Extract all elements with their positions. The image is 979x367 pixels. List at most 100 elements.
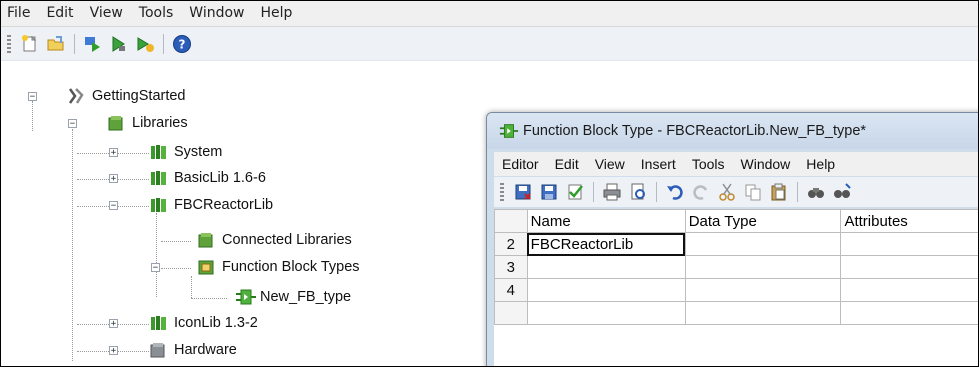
svg-text:?: ? bbox=[179, 37, 186, 51]
table-row: 3 bbox=[494, 255, 978, 279]
save-icon[interactable] bbox=[538, 181, 560, 203]
collapse-toggle[interactable]: − bbox=[151, 263, 160, 273]
toolbar-separator bbox=[74, 33, 75, 54]
collapse-toggle[interactable]: − bbox=[28, 92, 37, 102]
tree-line bbox=[161, 241, 191, 242]
row-number[interactable]: 2 bbox=[494, 232, 528, 256]
menu-tools[interactable]: Tools bbox=[684, 156, 733, 172]
column-header-name[interactable]: Name bbox=[526, 209, 686, 233]
parameter-table: Name Data Type Attributes 2 FBCReactorLi… bbox=[494, 209, 978, 325]
tree-item-fbcreactorlib[interactable]: FBCReactorLib bbox=[149, 195, 273, 215]
expand-toggle[interactable]: + bbox=[109, 174, 118, 184]
tree-line bbox=[191, 298, 227, 299]
go-offline-icon[interactable] bbox=[134, 33, 156, 55]
download-icon[interactable] bbox=[82, 33, 104, 55]
data-type-cell[interactable] bbox=[684, 301, 842, 325]
tree-line bbox=[32, 101, 33, 131]
function-block-icon bbox=[235, 288, 256, 306]
data-type-cell[interactable] bbox=[684, 255, 842, 279]
menu-file[interactable]: File bbox=[1, 1, 36, 26]
editor-menu-bar: Editor Edit View Insert Tools Window Hel… bbox=[494, 152, 978, 176]
library-icon bbox=[149, 143, 167, 161]
menu-view[interactable]: View bbox=[587, 156, 633, 172]
table-row: 4 bbox=[494, 278, 978, 302]
redo-icon[interactable] bbox=[690, 181, 712, 203]
print-preview-icon[interactable] bbox=[627, 181, 649, 203]
data-type-cell[interactable] bbox=[684, 278, 842, 302]
attributes-cell[interactable] bbox=[840, 278, 978, 302]
toolbar-separator bbox=[163, 33, 164, 54]
window-titlebar[interactable]: Function Block Type - FBCReactorLib.New_… bbox=[487, 113, 978, 149]
menu-help[interactable]: Help bbox=[255, 1, 299, 26]
find-replace-icon[interactable] bbox=[831, 181, 853, 203]
toolbar-grip[interactable] bbox=[7, 34, 11, 53]
column-header-data-type[interactable]: Data Type bbox=[684, 209, 842, 233]
menu-insert[interactable]: Insert bbox=[633, 156, 684, 172]
toolbar-grip[interactable] bbox=[500, 183, 504, 201]
attributes-cell[interactable] bbox=[840, 255, 978, 279]
name-cell[interactable] bbox=[526, 278, 686, 302]
collapse-toggle[interactable]: − bbox=[68, 119, 77, 129]
menu-window[interactable]: Window bbox=[733, 156, 799, 172]
tree-item-label: BasicLib 1.6-6 bbox=[174, 170, 266, 186]
open-icon[interactable] bbox=[45, 33, 67, 55]
expand-toggle[interactable]: + bbox=[109, 148, 118, 158]
tree-item-system[interactable]: System bbox=[149, 142, 222, 162]
tree-item-new-fb-type[interactable]: New_FB_type bbox=[235, 287, 351, 307]
table-row bbox=[494, 301, 978, 325]
project-icon bbox=[67, 87, 85, 105]
toolbar-separator bbox=[656, 182, 657, 202]
tree-item-iconlib[interactable]: IconLib 1.3-2 bbox=[149, 313, 258, 333]
main-window: File Edit View Tools Window Help ? − − +… bbox=[0, 0, 979, 367]
table-header-row: Name Data Type Attributes bbox=[494, 209, 978, 233]
name-cell[interactable] bbox=[526, 301, 686, 325]
menu-window[interactable]: Window bbox=[183, 1, 250, 26]
tree-item-hardware[interactable]: Hardware bbox=[149, 340, 237, 360]
name-cell[interactable] bbox=[526, 255, 686, 279]
menu-tools[interactable]: Tools bbox=[133, 1, 180, 26]
menu-edit[interactable]: Edit bbox=[547, 156, 587, 172]
save-close-icon[interactable] bbox=[512, 181, 534, 203]
tree-item-label: Hardware bbox=[174, 342, 237, 358]
tree-line bbox=[156, 213, 157, 297]
tree-item-basiclib[interactable]: BasicLib 1.6-6 bbox=[149, 168, 266, 188]
library-icon bbox=[149, 169, 167, 187]
tree-item-libraries[interactable]: Libraries bbox=[107, 113, 188, 133]
tree-item-gettingstarted[interactable]: GettingStarted bbox=[67, 86, 186, 106]
function-block-folder-icon bbox=[197, 258, 215, 276]
column-header-attributes[interactable]: Attributes bbox=[840, 209, 978, 233]
tree-item-label: Function Block Types bbox=[222, 259, 360, 275]
tree-item-connected-libraries[interactable]: Connected Libraries bbox=[197, 230, 352, 250]
main-toolbar: ? bbox=[1, 27, 978, 61]
copy-icon[interactable] bbox=[742, 181, 764, 203]
attributes-cell[interactable] bbox=[840, 232, 978, 256]
menu-help[interactable]: Help bbox=[798, 156, 843, 172]
paste-icon[interactable] bbox=[768, 181, 790, 203]
find-icon[interactable] bbox=[805, 181, 827, 203]
help-icon[interactable]: ? bbox=[171, 33, 193, 55]
libraries-folder-icon bbox=[107, 114, 125, 132]
undo-icon[interactable] bbox=[664, 181, 686, 203]
expand-toggle[interactable]: + bbox=[109, 319, 118, 329]
parameter-grid: Name Data Type Attributes 2 FBCReactorLi… bbox=[494, 209, 978, 366]
attributes-cell[interactable] bbox=[840, 301, 978, 325]
row-number[interactable]: 3 bbox=[494, 255, 528, 279]
menu-view[interactable]: View bbox=[84, 1, 129, 26]
print-icon[interactable] bbox=[601, 181, 623, 203]
data-type-cell[interactable] bbox=[684, 232, 842, 256]
check-icon[interactable] bbox=[564, 181, 586, 203]
row-number[interactable] bbox=[494, 301, 528, 325]
editor-toolbar bbox=[494, 177, 978, 207]
collapse-toggle[interactable]: − bbox=[109, 201, 118, 211]
tree-item-function-block-types[interactable]: Function Block Types bbox=[197, 257, 360, 277]
row-number[interactable]: 4 bbox=[494, 278, 528, 302]
row-number-header bbox=[494, 209, 528, 233]
go-online-icon[interactable] bbox=[108, 33, 130, 55]
name-cell-editing[interactable]: FBCReactorLib bbox=[526, 232, 686, 256]
expand-toggle[interactable]: + bbox=[109, 346, 118, 356]
menu-editor[interactable]: Editor bbox=[494, 156, 547, 172]
new-icon[interactable] bbox=[19, 33, 41, 55]
function-block-window: Function Block Type - FBCReactorLib.New_… bbox=[486, 112, 978, 366]
menu-edit[interactable]: Edit bbox=[40, 1, 79, 26]
cut-icon[interactable] bbox=[716, 181, 738, 203]
